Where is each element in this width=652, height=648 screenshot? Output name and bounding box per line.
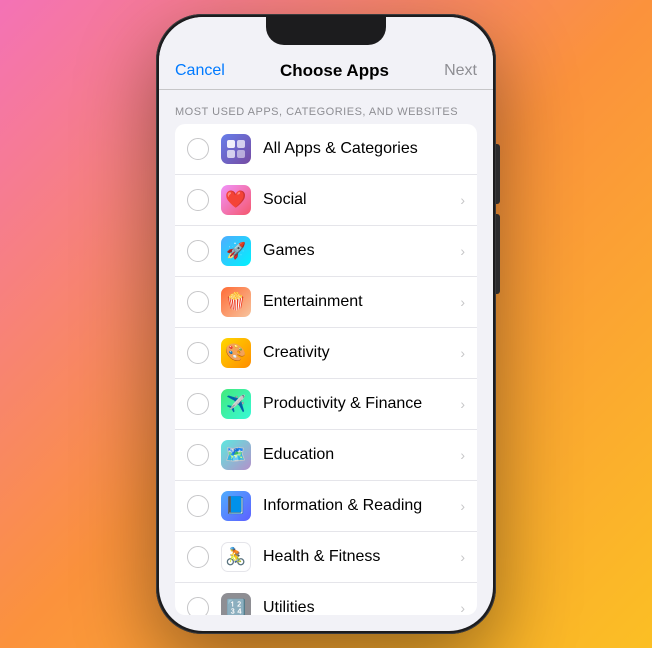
chevron-icon: › <box>460 447 465 463</box>
next-button: Next <box>444 62 477 80</box>
list-item[interactable]: ❤️ Social › <box>175 175 477 226</box>
reading-icon: 📘 <box>221 491 251 521</box>
item-label: Social <box>263 191 460 209</box>
radio-button[interactable] <box>187 291 209 313</box>
page-title: Choose Apps <box>280 61 389 81</box>
chevron-icon: › <box>460 345 465 361</box>
health-icon: 🚴 <box>221 542 251 572</box>
games-icon: 🚀 <box>221 236 251 266</box>
radio-button[interactable] <box>187 546 209 568</box>
item-label: Games <box>263 242 460 260</box>
item-label: All Apps & Categories <box>263 140 465 158</box>
list-item[interactable]: 🍿 Entertainment › <box>175 277 477 328</box>
list-item[interactable]: 🚀 Games › <box>175 226 477 277</box>
list-item[interactable]: 🚴 Health & Fitness › <box>175 532 477 583</box>
radio-button[interactable] <box>187 495 209 517</box>
radio-button[interactable] <box>187 342 209 364</box>
radio-button[interactable] <box>187 597 209 615</box>
productivity-icon: ✈️ <box>221 389 251 419</box>
chevron-icon: › <box>460 294 465 310</box>
radio-button[interactable] <box>187 444 209 466</box>
item-label: Creativity <box>263 344 460 362</box>
item-label: Entertainment <box>263 293 460 311</box>
notch <box>266 17 386 45</box>
chevron-icon: › <box>460 498 465 514</box>
list-item[interactable]: ✈️ Productivity & Finance › <box>175 379 477 430</box>
item-label: Education <box>263 446 460 464</box>
cancel-button[interactable]: Cancel <box>175 62 225 80</box>
phone-screen: Cancel Choose Apps Next MOST USED APPS, … <box>159 17 493 631</box>
social-icon: ❤️ <box>221 185 251 215</box>
radio-button[interactable] <box>187 138 209 160</box>
radio-button[interactable] <box>187 393 209 415</box>
entertainment-icon: 🍿 <box>221 287 251 317</box>
item-label: Health & Fitness <box>263 548 460 566</box>
creativity-icon: 🎨 <box>221 338 251 368</box>
chevron-icon: › <box>460 243 465 259</box>
item-label: Productivity & Finance <box>263 395 460 413</box>
radio-button[interactable] <box>187 189 209 211</box>
utilities-icon: 🔢 <box>221 593 251 615</box>
radio-button[interactable] <box>187 240 209 262</box>
item-label: Utilities <box>263 599 460 615</box>
list-item[interactable]: 🔢 Utilities › <box>175 583 477 615</box>
all-apps-icon <box>221 134 251 164</box>
apps-list: All Apps & Categories ❤️ Social › 🚀 Game… <box>175 124 477 615</box>
chevron-icon: › <box>460 549 465 565</box>
chevron-icon: › <box>460 192 465 208</box>
chevron-icon: › <box>460 396 465 412</box>
chevron-icon: › <box>460 600 465 615</box>
phone-frame: Cancel Choose Apps Next MOST USED APPS, … <box>156 14 496 634</box>
section-header: MOST USED APPS, CATEGORIES, AND WEBSITES <box>159 90 493 124</box>
list-item[interactable]: 🎨 Creativity › <box>175 328 477 379</box>
list-item[interactable]: All Apps & Categories <box>175 124 477 175</box>
item-label: Information & Reading <box>263 497 460 515</box>
education-icon: 🗺️ <box>221 440 251 470</box>
list-item[interactable]: 📘 Information & Reading › <box>175 481 477 532</box>
list-item[interactable]: 🗺️ Education › <box>175 430 477 481</box>
